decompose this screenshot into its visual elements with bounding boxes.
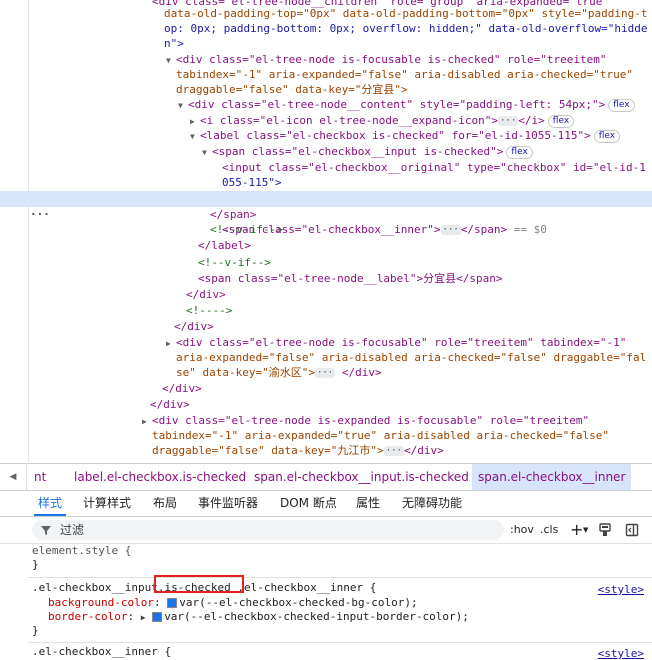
cls-button[interactable]: .cls [540,517,558,543]
collapse-triangle-icon[interactable]: ▼ [166,53,176,69]
rule-source-link[interactable]: <style> [598,647,644,660]
expand-triangle-icon[interactable]: ▶ [166,336,176,352]
flex-badge[interactable]: flex [608,98,635,112]
hov-button[interactable]: :hov [510,517,534,543]
tab-dom-breakpoints[interactable]: DOM 断点 [280,490,337,516]
tree-line[interactable]: tabindex="-1" aria-expanded="false" aria… [176,67,652,83]
tab-accessibility[interactable]: 无障碍功能 [402,490,462,516]
tree-node-label-span[interactable]: <span class="el-tree-node__label">分宜县</s… [198,271,652,287]
tree-line[interactable]: tabindex="-1" aria-expanded="true" aria-… [152,428,652,444]
tree-line[interactable]: 055-115"> [222,175,652,191]
collapse-triangle-icon[interactable]: ▼ [190,129,200,145]
flex-badge[interactable]: flex [547,114,575,128]
tree-node-icon[interactable]: ▶ <i class="el-icon el-tree-node__expand-… [190,113,652,129]
tab-computed[interactable]: 计算样式 [83,490,131,516]
tab-properties[interactable]: 属性 [356,490,380,516]
rule-divider [28,642,652,643]
styles-panel-tabs: 样式 计算样式 布局 事件监听器 DOM 断点 属性 无障碍功能 [0,490,652,517]
tree-node-selected[interactable]: ··· <span class="el-checkbox__inner"> ···… [0,191,652,236]
tree-line[interactable]: </div> [150,397,652,413]
collapse-triangle-icon[interactable]: ▼ [202,145,212,161]
gutter-dots-icon[interactable]: ··· [30,207,50,223]
sidebar-toggle-icon[interactable] [625,517,639,543]
filter-input[interactable]: 过滤 [32,520,504,540]
tree-node-jiujiang[interactable]: ▶ <div class="el-tree-node is-expanded is… [142,413,652,429]
tree-line[interactable]: draggable="false" data-key="九江市"> ··· </di… [152,443,652,459]
tree-line[interactable]: n"> [164,36,652,52]
tab-event-listeners[interactable]: 事件监听器 [198,490,258,516]
new-rule-button[interactable]: + [570,517,583,543]
tree-line[interactable]: draggable="false" data-key="分宜县"> [176,82,652,98]
tree-node-yushui[interactable]: ▶ <div class="el-tree-node is-focusable" … [166,335,652,351]
tree-line[interactable]: op: 0px; padding-bottom: 0px; overflow: … [164,21,652,37]
css-property-border-color[interactable]: border-color: ▶ var(--el-checkbox-checke… [48,610,469,624]
breadcrumb-item-label[interactable]: label.el-checkbox.is-checked [74,464,246,490]
css-property-background-color[interactable]: background-color: var(--el-checkbox-chec… [48,596,418,610]
tree-comment[interactable]: <!--v-if--> [198,255,652,271]
tree-node-input[interactable]: <input class="el-checkbox__original" typ… [222,160,652,176]
tree-comment[interactable]: <!--v-if--> [210,222,652,238]
styles-pane: element.style { } .el-checkbox__input.is… [0,544,652,660]
rule-selector-inner[interactable]: .el-checkbox__inner { [32,645,171,659]
new-rule-menu-icon[interactable]: ▼ [583,517,588,543]
elements-tree[interactable]: <div class="el-tree-node__children" role… [0,0,652,462]
breadcrumb-scroll-left-icon[interactable]: ◀ [0,464,27,490]
rule-close: } [32,624,39,637]
ellipsis-icon[interactable]: ··· [498,116,519,126]
breadcrumb-item-span-input[interactable]: span.el-checkbox__input.is-checked [254,464,469,490]
computed-styles-toggle-icon[interactable] [598,517,612,543]
tab-styles[interactable]: 样式 [33,490,67,516]
ellipsis-icon[interactable]: ··· [383,446,404,456]
element-style-close: } [32,558,39,571]
flex-badge[interactable]: flex [506,145,533,159]
expand-triangle-icon[interactable]: ▶ [142,414,152,430]
tree-node-label[interactable]: ▼ <label class="el-checkbox is-checked" f… [190,128,652,144]
breadcrumb: ◀ nt label.el-checkbox.is-checked span.e… [0,463,652,491]
rule-source-link[interactable]: <style> [598,583,644,596]
tree-line[interactable]: </div> [162,381,652,397]
tree-node-fenyi[interactable]: ▼ <div class="el-tree-node is-focusable i… [166,52,652,68]
tree-line[interactable]: </span> [210,207,652,223]
element-style-selector[interactable]: element.style { [32,544,131,558]
tree-line[interactable]: </div> [186,287,652,303]
tree-node-content[interactable]: ▼ <div class="el-tree-node__content" styl… [178,97,652,113]
breadcrumb-item-span-inner[interactable]: span.el-checkbox__inner [472,464,632,490]
filter-placeholder: 过滤 [60,523,85,537]
tree-comment[interactable]: <!----> [186,303,652,319]
tree-line[interactable]: data-old-padding-top="0px" data-old-padd… [164,6,652,22]
rule-divider [28,577,652,578]
tree-line[interactable]: aria-expanded="false" aria-disabled aria… [176,350,652,366]
expand-triangle-icon[interactable]: ▶ [141,613,146,622]
flex-badge[interactable]: flex [593,129,621,143]
tree-line[interactable]: </label> [198,238,652,254]
filter-bar: 过滤 :hov .cls + ▼ [0,517,652,544]
color-swatch-icon[interactable] [167,598,178,608]
filter-icon [41,526,51,535]
breadcrumb-item[interactable]: nt [34,464,46,490]
tree-line[interactable]: </div> [174,319,652,335]
tree-node-span-input[interactable]: ▼ <span class="el-checkbox__input is-chec… [202,144,652,160]
tree-line[interactable]: se" data-key="渝水区"> ··· </div> [176,365,652,381]
ellipsis-icon[interactable]: ··· [314,368,336,378]
tab-layout[interactable]: 布局 [153,490,177,516]
color-swatch-icon[interactable] [152,612,163,622]
annotation-highlight-box [154,575,244,593]
collapse-triangle-icon[interactable]: ▼ [178,98,188,114]
